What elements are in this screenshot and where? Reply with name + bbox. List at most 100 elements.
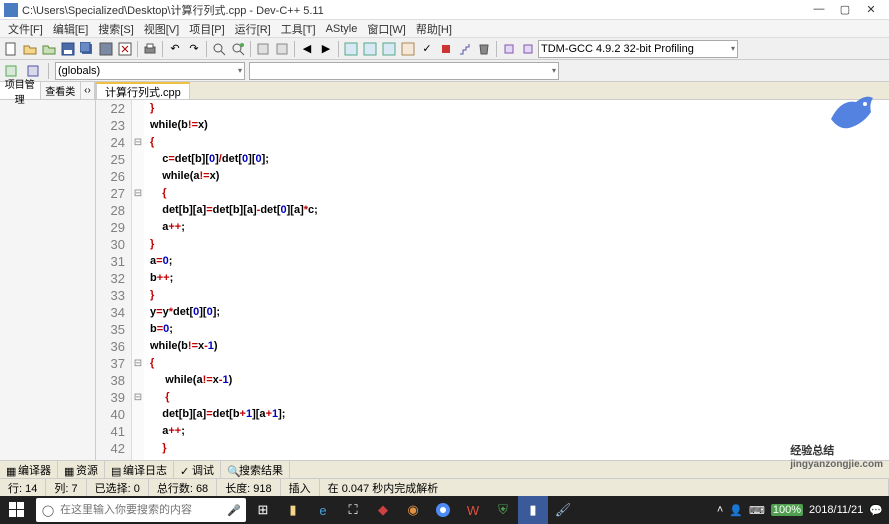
search-input[interactable] <box>60 504 222 516</box>
profile-icon[interactable] <box>456 40 474 58</box>
edge-icon[interactable]: e <box>308 496 338 524</box>
find-icon[interactable] <box>210 40 228 58</box>
open-file-icon[interactable] <box>21 40 39 58</box>
code-editor[interactable]: 22}23while(b!=x)24⊟{25 c=det[b][0]/det[0… <box>96 100 889 460</box>
fold-marker[interactable] <box>132 372 144 389</box>
code-line[interactable]: while(b!=x-1) <box>144 338 218 355</box>
fold-marker[interactable] <box>132 236 144 253</box>
tray-up-icon[interactable]: ˄ <box>717 504 723 516</box>
paint-icon[interactable]: 🖌 <box>548 496 578 524</box>
bottom-tab[interactable]: ✓调试 <box>174 461 221 478</box>
fold-marker[interactable] <box>132 270 144 287</box>
debug-over-icon[interactable] <box>519 40 537 58</box>
fold-marker[interactable] <box>132 423 144 440</box>
menu-item[interactable]: 文件[F] <box>4 21 47 37</box>
fold-marker[interactable]: ⊟ <box>132 134 144 151</box>
code-line[interactable]: while(a!=x) <box>144 168 219 185</box>
close-file-icon[interactable] <box>116 40 134 58</box>
menu-item[interactable]: 搜索[S] <box>94 21 137 37</box>
code-line[interactable]: a=0; <box>144 253 172 270</box>
fold-marker[interactable] <box>132 117 144 134</box>
fold-marker[interactable] <box>132 440 144 457</box>
wps-icon[interactable]: W <box>458 496 488 524</box>
menu-item[interactable]: 视图[V] <box>140 21 183 37</box>
start-button[interactable] <box>0 496 34 524</box>
bottom-tab[interactable]: ▦编译器 <box>0 461 58 478</box>
debug-step-icon[interactable] <box>500 40 518 58</box>
fold-marker[interactable] <box>132 202 144 219</box>
menu-item[interactable]: 项目[P] <box>185 21 228 37</box>
run-icon[interactable] <box>273 40 291 58</box>
menu-item[interactable]: 工具[T] <box>277 21 320 37</box>
print-icon[interactable] <box>141 40 159 58</box>
tray-notifications-icon[interactable]: 💬 <box>869 504 883 517</box>
back-icon[interactable]: ◀ <box>298 40 316 58</box>
trash-icon[interactable] <box>475 40 493 58</box>
bottom-tab[interactable]: 🔍搜索结果 <box>221 461 290 478</box>
code-line[interactable]: while(b!=x) <box>144 117 208 134</box>
code-line[interactable]: det[b][a]=det[b+1][a+1]; <box>144 406 285 423</box>
fold-marker[interactable] <box>132 253 144 270</box>
code-line[interactable]: b=0; <box>144 321 173 338</box>
fold-marker[interactable] <box>132 457 144 460</box>
code-line[interactable]: a++; <box>144 219 185 236</box>
tray-people-icon[interactable]: 👤 <box>729 504 743 517</box>
code-line[interactable]: b++; <box>144 270 173 287</box>
file-tab-active[interactable]: 计算行列式.cpp <box>96 82 190 99</box>
bottom-tab[interactable]: ▤编译日志 <box>105 461 174 478</box>
fold-marker[interactable] <box>132 151 144 168</box>
code-line[interactable]: } <box>144 100 154 117</box>
chrome-icon[interactable] <box>428 496 458 524</box>
fold-marker[interactable] <box>132 321 144 338</box>
menu-item[interactable]: 窗口[W] <box>363 21 410 37</box>
fold-marker[interactable] <box>132 338 144 355</box>
fold-marker[interactable] <box>132 304 144 321</box>
code-line[interactable]: while(a!=x-1) <box>144 372 232 389</box>
bottom-tab[interactable]: ▦资源 <box>58 461 105 478</box>
replace-icon[interactable] <box>229 40 247 58</box>
options-icon[interactable] <box>399 40 417 58</box>
code-line[interactable]: { <box>144 185 167 202</box>
sidebar-tab-classes[interactable]: 查看类 <box>41 82 82 99</box>
compile-current-icon[interactable] <box>380 40 398 58</box>
fold-marker[interactable] <box>132 406 144 423</box>
compile-icon[interactable] <box>254 40 272 58</box>
code-line[interactable]: a++; <box>144 423 185 440</box>
save-all-icon[interactable] <box>78 40 96 58</box>
fold-marker[interactable] <box>132 287 144 304</box>
menu-item[interactable]: 运行[R] <box>231 21 275 37</box>
compiler-select[interactable]: TDM-GCC 4.9.2 32-bit Profiling ▾ <box>538 40 738 58</box>
open-project-icon[interactable] <box>40 40 58 58</box>
fold-marker[interactable] <box>132 100 144 117</box>
code-line[interactable]: { <box>144 134 154 151</box>
stop-icon[interactable] <box>437 40 455 58</box>
member-select[interactable]: ▾ <box>249 62 559 80</box>
code-line[interactable]: c=det[b][0]/det[0][0]; <box>144 151 269 168</box>
app2-icon[interactable]: ◉ <box>398 496 428 524</box>
rebuild-icon[interactable] <box>361 40 379 58</box>
store-icon[interactable]: ⛶ <box>338 496 368 524</box>
redo-icon[interactable]: ↷ <box>185 40 203 58</box>
tray-date[interactable]: 2018/11/21 <box>809 504 863 516</box>
code-line[interactable]: } <box>144 236 154 253</box>
menu-item[interactable]: AStyle <box>322 23 362 35</box>
taskbar-search[interactable]: ◯ 🎤 <box>36 498 246 522</box>
save-as-icon[interactable] <box>97 40 115 58</box>
code-line[interactable]: y=y*det[0][0]; <box>144 304 220 321</box>
fold-marker[interactable]: ⊟ <box>132 389 144 406</box>
security-icon[interactable]: ⛨ <box>488 496 518 524</box>
explorer-icon[interactable]: ▮ <box>278 496 308 524</box>
code-line[interactable]: } <box>144 287 154 304</box>
sidebar-tab-more[interactable]: ‹› <box>81 82 95 99</box>
compile-run-icon[interactable] <box>342 40 360 58</box>
maximize-button[interactable]: ▢ <box>839 3 851 16</box>
minimize-button[interactable]: — <box>813 3 825 16</box>
code-line[interactable]: det[b][a]=det[b][a]-det[0][a]*c; <box>144 202 318 219</box>
close-button[interactable]: ✕ <box>865 3 877 16</box>
app1-icon[interactable]: ◆ <box>368 496 398 524</box>
tray-keyboard-icon[interactable]: ⌨ <box>749 504 765 517</box>
forward-icon[interactable]: ▶ <box>317 40 335 58</box>
fold-marker[interactable]: ⊟ <box>132 355 144 372</box>
debug-icon[interactable]: ✓ <box>418 40 436 58</box>
fold-marker[interactable] <box>132 219 144 236</box>
